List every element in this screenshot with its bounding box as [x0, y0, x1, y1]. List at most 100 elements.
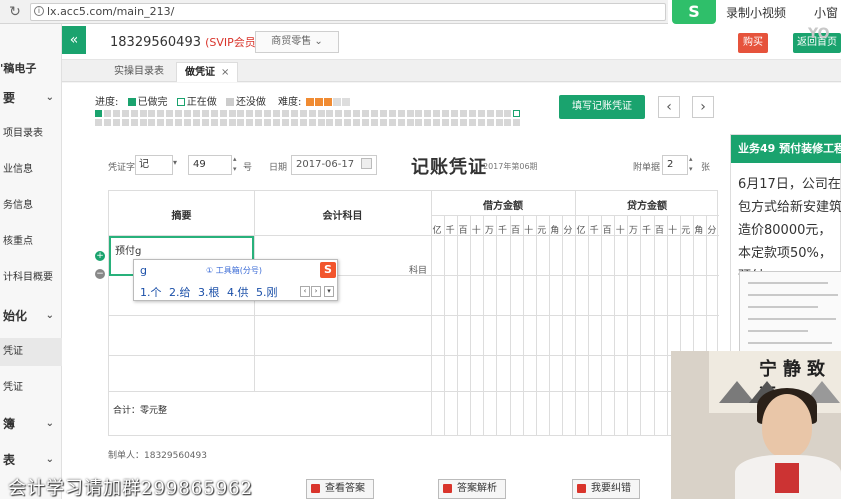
- sidebar-item-5[interactable]: 计科目概要: [0, 264, 62, 292]
- task-square[interactable]: [379, 119, 387, 126]
- company-type-select[interactable]: 商贸零售 ⌄: [255, 31, 339, 53]
- task-square[interactable]: [353, 119, 361, 126]
- voucher-number-input[interactable]: 49: [188, 155, 232, 175]
- task-square[interactable]: [379, 110, 387, 117]
- task-square[interactable]: [397, 110, 405, 117]
- task-square[interactable]: [513, 110, 521, 117]
- attachment-count-input[interactable]: 2: [662, 155, 688, 175]
- task-square[interactable]: [290, 110, 298, 117]
- task-square[interactable]: [273, 110, 280, 117]
- fill-voucher-button[interactable]: 填写记账凭证: [559, 95, 645, 119]
- word-dropdown-icon[interactable]: ▾: [173, 158, 177, 167]
- task-square[interactable]: [175, 110, 183, 117]
- task-square[interactable]: [103, 119, 111, 126]
- recorder-label[interactable]: 录制小视频: [726, 4, 786, 21]
- task-square[interactable]: [148, 110, 156, 117]
- task-square[interactable]: [335, 110, 343, 117]
- task-square[interactable]: [148, 119, 156, 126]
- task-square[interactable]: [335, 119, 343, 126]
- sidebar-item-7[interactable]: 凭证: [0, 338, 62, 366]
- view-answer-button[interactable]: 查看答案: [306, 479, 374, 499]
- task-square[interactable]: [317, 119, 325, 126]
- task-square[interactable]: [495, 110, 503, 117]
- voucher-word-select[interactable]: 记: [135, 155, 173, 175]
- task-square[interactable]: [219, 119, 227, 126]
- task-square[interactable]: [273, 119, 280, 126]
- calendar-icon[interactable]: [361, 158, 372, 169]
- task-square[interactable]: [210, 110, 218, 117]
- task-square[interactable]: [228, 119, 236, 126]
- recorder-logo-icon[interactable]: S: [672, 0, 716, 24]
- task-square[interactable]: [397, 119, 405, 126]
- answer-analysis-button[interactable]: 答案解析: [438, 479, 506, 499]
- sidebar-item-8[interactable]: 凭证: [0, 374, 62, 402]
- task-square[interactable]: [433, 110, 441, 117]
- task-square[interactable]: [513, 119, 521, 126]
- task-square[interactable]: [290, 119, 298, 126]
- task-square[interactable]: [451, 119, 458, 126]
- task-square[interactable]: [451, 110, 458, 117]
- task-square[interactable]: [228, 110, 236, 117]
- task-square[interactable]: [308, 110, 316, 117]
- task-square[interactable]: [139, 119, 147, 126]
- task-square[interactable]: [130, 119, 138, 126]
- task-square[interactable]: [246, 119, 254, 126]
- task-square[interactable]: [112, 110, 120, 117]
- task-square[interactable]: [166, 110, 174, 117]
- sidebar-item-10[interactable]: 表 ⌄: [0, 446, 62, 474]
- task-square[interactable]: [362, 110, 369, 117]
- task-square[interactable]: [317, 110, 325, 117]
- task-square[interactable]: [406, 110, 414, 117]
- task-square[interactable]: [468, 119, 476, 126]
- task-square[interactable]: [264, 110, 272, 117]
- task-square[interactable]: [353, 110, 361, 117]
- task-square[interactable]: [442, 119, 450, 126]
- task-square[interactable]: [326, 110, 334, 117]
- task-square[interactable]: [415, 119, 423, 126]
- task-square[interactable]: [308, 119, 316, 126]
- sogou-logo-icon[interactable]: S: [320, 262, 336, 278]
- receipt-image[interactable]: [739, 271, 841, 355]
- task-square[interactable]: [299, 119, 307, 126]
- task-square[interactable]: [175, 119, 183, 126]
- task-square[interactable]: [192, 119, 200, 126]
- task-square[interactable]: [157, 119, 165, 126]
- task-square[interactable]: [255, 119, 263, 126]
- ime-candidates[interactable]: 1.个 2.给 3.根 4.供 5.刚: [140, 284, 277, 300]
- task-square[interactable]: [281, 110, 289, 117]
- task-square[interactable]: [139, 110, 147, 117]
- task-square[interactable]: [95, 110, 102, 117]
- sidebar-item-2[interactable]: 业信息: [0, 156, 62, 184]
- task-square[interactable]: [344, 119, 352, 126]
- tab-practice-list[interactable]: 实操目录表: [106, 62, 172, 82]
- task-square[interactable]: [486, 119, 494, 126]
- sidebar-item-4[interactable]: 核重点: [0, 228, 62, 256]
- task-square[interactable]: [210, 119, 218, 126]
- task-square[interactable]: [95, 119, 102, 126]
- tab-make-voucher[interactable]: 做凭证 ×: [176, 62, 239, 82]
- task-square[interactable]: [255, 110, 263, 117]
- tab-close-icon[interactable]: ×: [221, 67, 229, 78]
- task-square[interactable]: [201, 110, 209, 117]
- address-bar[interactable]: i lx.acc5.com/main_213/: [30, 3, 666, 21]
- task-square[interactable]: [121, 110, 129, 117]
- task-square[interactable]: [299, 110, 307, 117]
- task-square[interactable]: [388, 119, 396, 126]
- prev-task-button[interactable]: ‹: [658, 96, 680, 118]
- task-square[interactable]: [166, 119, 174, 126]
- task-square[interactable]: [344, 110, 352, 117]
- task-square[interactable]: [370, 110, 378, 117]
- task-square[interactable]: [477, 119, 485, 126]
- task-square[interactable]: [157, 110, 165, 117]
- task-square[interactable]: [130, 110, 138, 117]
- task-square[interactable]: [477, 110, 485, 117]
- task-square[interactable]: [184, 110, 191, 117]
- task-square[interactable]: [442, 110, 450, 117]
- task-square[interactable]: [237, 110, 245, 117]
- task-square[interactable]: [264, 119, 272, 126]
- sidebar-item-9[interactable]: 簿 ⌄: [0, 410, 62, 438]
- task-square[interactable]: [192, 110, 200, 117]
- task-square[interactable]: [246, 110, 254, 117]
- report-error-button[interactable]: 我要纠错: [572, 479, 640, 499]
- task-square[interactable]: [326, 119, 334, 126]
